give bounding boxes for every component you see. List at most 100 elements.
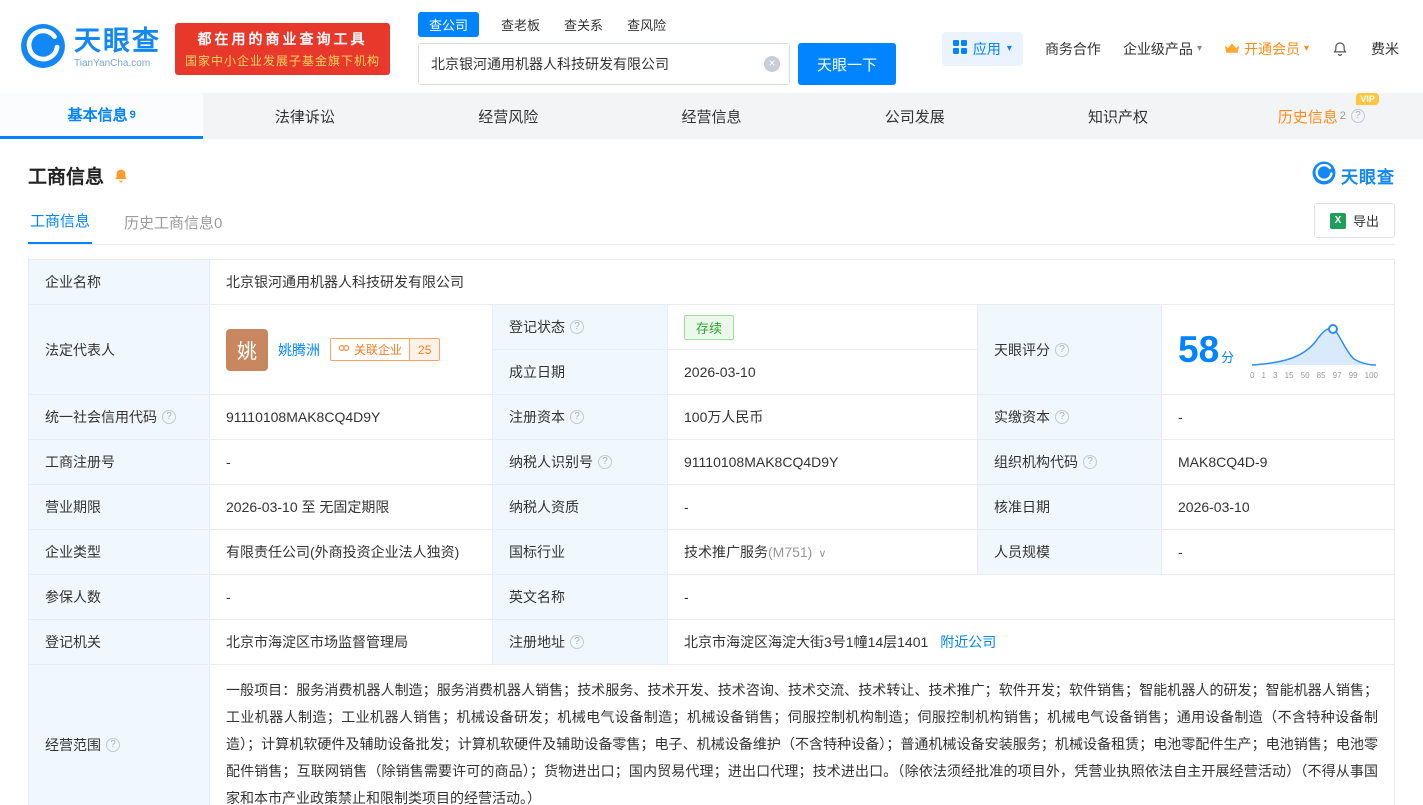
tab-operating-info[interactable]: 经营信息 xyxy=(610,93,813,139)
help-icon[interactable]: ? xyxy=(570,410,584,424)
label-credit-code: 统一社会信用代码? xyxy=(28,394,210,440)
tab-label: 经营信息 xyxy=(681,108,742,126)
search-button[interactable]: 天眼一下 xyxy=(798,43,897,85)
table-row: 企业名称 北京银河通用机器人科技研发有限公司 xyxy=(28,259,1395,305)
clear-search-icon[interactable]: × xyxy=(764,56,781,72)
subtabs: 工商信息 历史工商信息0 X 导出 xyxy=(28,200,1395,245)
tab-label: 知识产权 xyxy=(1088,108,1149,126)
label-english-name: 英文名称 xyxy=(492,574,668,620)
tab-operating-risk[interactable]: 经营风险 xyxy=(407,93,610,139)
label-organization-code: 组织机构代码? xyxy=(977,439,1162,485)
logo-icon xyxy=(20,23,66,74)
label-company-type: 企业类型 xyxy=(28,529,210,575)
subtab-business-info[interactable]: 工商信息 xyxy=(28,200,93,244)
table-row: 参保人数 - 英文名称 - xyxy=(28,574,1395,620)
search-tab-company[interactable]: 查公司 xyxy=(418,12,480,37)
export-button[interactable]: X 导出 xyxy=(1313,203,1395,238)
search-input[interactable] xyxy=(418,43,791,85)
industry-code: (M751) xyxy=(768,544,813,560)
value-organization-code: MAK8CQ4D-9 xyxy=(1161,439,1395,485)
menu-cooperation[interactable]: 商务合作 xyxy=(1045,39,1101,59)
menu-vip-label: 开通会员 xyxy=(1243,40,1300,57)
industry-name: 技术推广服务 xyxy=(684,544,768,560)
export-label: 导出 xyxy=(1352,214,1379,229)
nearby-companies-link[interactable]: 附近公司 xyxy=(940,634,996,650)
tab-history-info[interactable]: 历史信息 2 VIP ? xyxy=(1220,92,1423,139)
address-text: 北京市海淀区海淀大街3号1幢14层1401 xyxy=(684,634,929,650)
value-registration-status: 存续 xyxy=(667,304,978,350)
help-icon[interactable]: ? xyxy=(162,410,176,424)
tab-label: 经营风险 xyxy=(478,108,539,126)
value-registration-number: - xyxy=(209,439,493,485)
value-industry: 技术推广服务(M751) ∨ xyxy=(667,529,978,575)
tab-company-development[interactable]: 公司发展 xyxy=(813,93,1016,139)
value-approval-date: 2026-03-10 xyxy=(1161,484,1395,530)
excel-icon: X xyxy=(1329,212,1346,229)
menu-enterprise-products[interactable]: 企业级产品 ▾ xyxy=(1123,39,1202,59)
help-icon[interactable]: ? xyxy=(1055,410,1069,424)
legal-rep-name-link[interactable]: 姚腾洲 xyxy=(278,340,320,360)
menu-open-vip[interactable]: 开通会员 ▾ xyxy=(1224,39,1309,59)
value-english-name: - xyxy=(667,574,1395,620)
help-icon[interactable]: ? xyxy=(1083,455,1097,469)
value-taxpayer-id: 91110108MAK8CQ4D9Y xyxy=(667,439,978,485)
brand-logo-icon xyxy=(1312,161,1336,190)
tianyancha-logo[interactable]: 天眼查 TianYanCha.com xyxy=(20,23,161,74)
table-row: 企业类型 有限责任公司(外商投资企业法人独资) 国标行业 技术推广服务(M751… xyxy=(28,529,1395,575)
table-row: 统一社会信用代码? 91110108MAK8CQ4D9Y 注册资本? 100万人… xyxy=(28,394,1395,440)
apps-grid-icon xyxy=(952,40,967,57)
related-count: 25 xyxy=(409,339,440,360)
value-insured-count: - xyxy=(209,574,493,620)
table-row: 登记机关 北京市海淀区市场监督管理局 注册地址? 北京市海淀区海淀大街3号1幢1… xyxy=(28,619,1395,665)
help-icon[interactable]: ? xyxy=(598,455,612,469)
label-staff-size: 人员规模 xyxy=(977,529,1162,575)
search-tab-risk[interactable]: 查风险 xyxy=(625,13,668,36)
label-company-name: 企业名称 xyxy=(28,259,210,305)
related-companies-badge[interactable]: 关联企业 25 xyxy=(330,338,441,361)
tab-label: 法律诉讼 xyxy=(274,108,335,126)
help-icon[interactable]: ? xyxy=(570,635,584,649)
notification-bell-icon[interactable] xyxy=(1331,40,1349,58)
apps-menu[interactable]: 应用 ▾ xyxy=(941,31,1023,66)
tab-basic-info[interactable]: 基本信息 9 xyxy=(0,93,204,139)
business-info-table: 企业名称 北京银河通用机器人科技研发有限公司 法定代表人 姚 姚腾洲 关联企业 … xyxy=(28,259,1395,805)
crown-icon xyxy=(1224,41,1240,57)
chevron-down-icon[interactable]: ∨ xyxy=(818,548,826,560)
brand-name: 天眼查 xyxy=(1341,168,1395,187)
label-taxpayer-id: 纳税人识别号? xyxy=(492,439,668,485)
help-icon[interactable]: ? xyxy=(570,320,584,334)
username[interactable]: 费米 xyxy=(1371,39,1399,59)
tab-legal-proceedings[interactable]: 法律诉讼 xyxy=(203,93,406,139)
chevron-down-icon: ▾ xyxy=(1196,43,1202,54)
tab-intellectual-property[interactable]: 知识产权 xyxy=(1016,93,1219,139)
banner-line2: 国家中小企业发展子基金旗下机构 xyxy=(185,53,381,68)
banner-line1: 都在用的商业查询工具 xyxy=(197,30,368,47)
table-row: 工商注册号 - 纳税人识别号? 91110108MAK8CQ4D9Y 组织机构代… xyxy=(28,439,1395,485)
tab-label: 公司发展 xyxy=(884,108,945,126)
link-icon xyxy=(338,342,350,357)
help-icon[interactable]: ? xyxy=(1055,342,1069,357)
search-tabs: 查公司 查老板 查关系 查风险 xyxy=(418,12,896,37)
main-content: 工商信息 天眼查 工商信息 历史工商信息0 X 导出 企业名称 北京银河通用机器… xyxy=(0,161,1423,805)
search-tab-boss[interactable]: 查老板 xyxy=(499,13,542,36)
subscribe-bell-icon[interactable] xyxy=(112,167,130,185)
search-tab-relation[interactable]: 查关系 xyxy=(562,13,605,36)
value-registered-capital: 100万人民币 xyxy=(667,394,978,440)
subtab-history-business-info[interactable]: 历史工商信息0 xyxy=(122,202,224,244)
score-distribution-chart: 0 1 3 15 50 85 97 99 100 xyxy=(1250,319,1378,380)
apps-menu-label: 应用 xyxy=(972,40,1001,57)
label-insured-count: 参保人数 xyxy=(28,574,210,620)
value-company-type: 有限责任公司(外商投资企业法人独资) xyxy=(209,529,493,575)
label-registration-status: 登记状态 ? xyxy=(492,304,668,350)
value-taxpayer-quality: - xyxy=(667,484,978,530)
section-title: 工商信息 xyxy=(28,167,105,188)
chevron-down-icon: ▾ xyxy=(1006,43,1012,54)
label-business-term: 营业期限 xyxy=(28,484,210,530)
score-axis-labels: 0 1 3 15 50 85 97 99 100 xyxy=(1250,371,1378,380)
help-icon[interactable]: ? xyxy=(106,737,120,752)
avatar[interactable]: 姚 xyxy=(226,328,268,371)
related-label: 关联企业 xyxy=(354,343,403,357)
value-business-scope: 一般项目：服务消费机器人制造；服务消费机器人销售；技术服务、技术开发、技术咨询、… xyxy=(209,664,1395,805)
value-credit-code: 91110108MAK8CQ4D9Y xyxy=(209,394,493,440)
help-icon[interactable]: ? xyxy=(1350,109,1365,123)
